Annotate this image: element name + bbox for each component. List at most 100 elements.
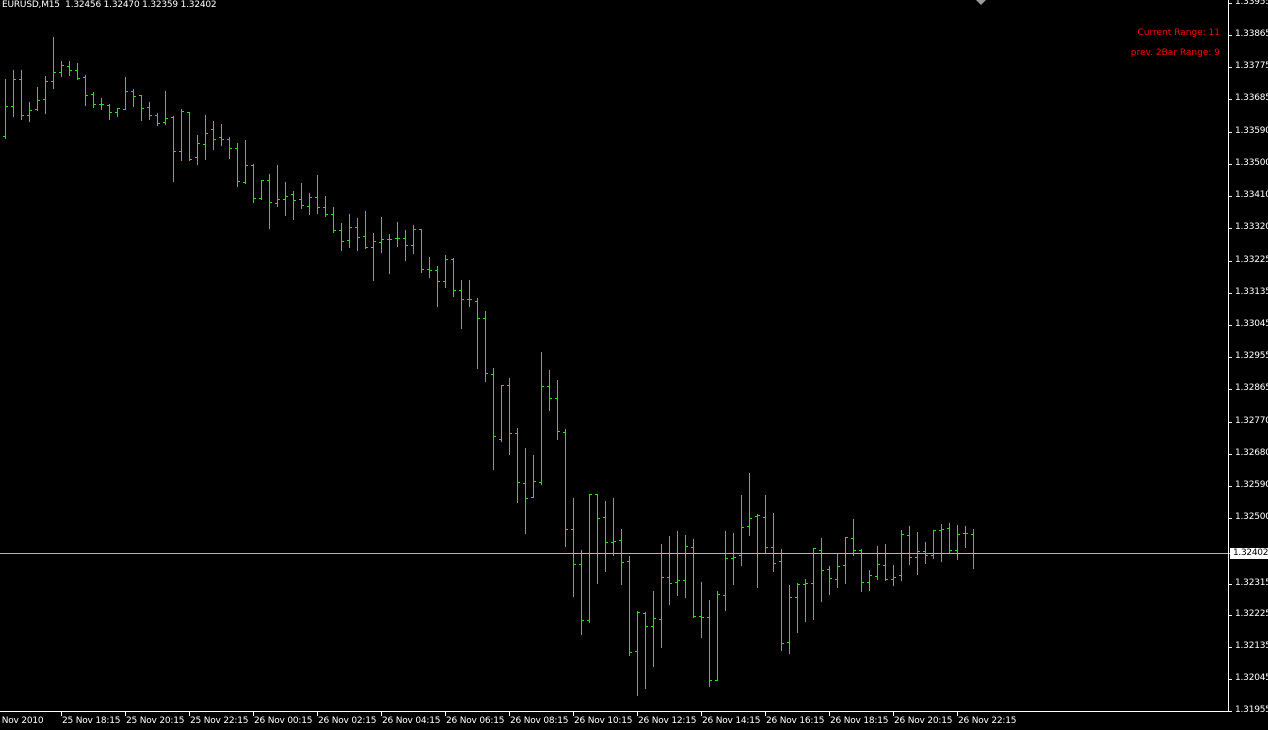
ohlc-bar	[947, 523, 952, 554]
ohlc-bar	[107, 104, 112, 120]
ohlc-bar	[683, 535, 688, 598]
ohlc-bar	[931, 530, 936, 559]
ohlc-bar	[755, 514, 760, 588]
time-tick-label: 26 Nov 16:15	[766, 716, 825, 726]
time-tick-label: 25 Nov 18:15	[62, 716, 121, 726]
ohlc-bar	[635, 611, 640, 696]
ohlc-bar	[147, 102, 152, 120]
ohlc-bar	[587, 494, 592, 623]
ohlc-bar	[355, 218, 360, 251]
ohlc-bars	[3, 37, 976, 696]
ohlc-bar	[459, 280, 464, 329]
ohlc-bar	[123, 77, 128, 110]
ohlc-bar	[435, 266, 440, 307]
ohlc-bar	[819, 538, 824, 602]
ohlc-bar	[483, 311, 488, 382]
time-tick-label: 26 Nov 02:15	[318, 716, 377, 726]
ohlc-bar	[443, 255, 448, 288]
ohlc-bar	[267, 174, 272, 229]
ohlc-bar	[875, 546, 880, 580]
symbol-label: EURUSD,M15	[2, 0, 60, 10]
ohlc-bar	[203, 115, 208, 160]
ohlc-bar	[19, 70, 24, 120]
ohlc-bar	[363, 211, 368, 249]
ohlc-bar	[115, 108, 120, 117]
ohlc-bar	[235, 143, 240, 187]
time-tick-label: 26 Nov 06:15	[446, 716, 505, 726]
ohlc-bar	[619, 529, 624, 585]
ohlc-bar	[195, 135, 200, 165]
ohlc-bar	[531, 455, 536, 498]
ohlc-bar	[843, 537, 848, 584]
price-tick-label: 1.32865	[1235, 382, 1268, 393]
price-ticks	[1229, 3, 1232, 712]
ohlc-bar	[571, 498, 576, 597]
price-tick-label: 1.33500	[1235, 158, 1268, 169]
price-tick-label: 1.31955	[1235, 705, 1268, 715]
ohlc-bar	[139, 95, 144, 121]
ohlc-bar	[179, 109, 184, 161]
ohlc-bar	[963, 526, 968, 548]
price-tick-label: 1.32500	[1235, 512, 1268, 523]
ohlc-bar	[827, 566, 832, 595]
ohlc-bar	[899, 530, 904, 581]
ohlc-bar	[339, 223, 344, 251]
time-tick-label: 26 Nov 00:15	[254, 716, 313, 726]
ohlc-bar	[331, 207, 336, 233]
ohlc-bar	[43, 76, 48, 114]
ohlc-bar	[771, 513, 776, 572]
time-tick-label: 26 Nov 18:15	[830, 716, 889, 726]
price-tick-label: 1.33135	[1235, 287, 1268, 298]
ohlc-bar	[595, 494, 600, 584]
ohlc-bar	[427, 257, 432, 278]
ohlc-bar	[763, 495, 768, 554]
ohlc-bar	[475, 298, 480, 369]
ohlc-bar	[723, 531, 728, 611]
price-tick-label: 1.32225	[1235, 609, 1268, 620]
ohlc-bar	[891, 565, 896, 586]
ohlc-bar	[395, 222, 400, 247]
ohlc-bar	[715, 591, 720, 681]
ohlc-bar	[675, 531, 680, 596]
ohlc-readout: 1.32456 1.32470 1.32359 1.32402	[65, 0, 217, 10]
ohlc-bar	[371, 233, 376, 281]
ohlc-bar	[779, 549, 784, 651]
ohlc-bar	[131, 89, 136, 107]
ohlc-bar	[747, 473, 752, 536]
ohlc-bar	[859, 549, 864, 592]
ohlc-bar	[467, 280, 472, 307]
ohlc-bar	[451, 258, 456, 297]
price-tick-label: 1.32680	[1235, 448, 1268, 459]
ohlc-bar	[155, 113, 160, 126]
ohlc-bar	[211, 121, 216, 150]
ohlc-bar	[539, 352, 544, 485]
ohlc-bar	[667, 536, 672, 605]
ohlc-bar	[227, 137, 232, 159]
current-range-label: Current Range: 11	[1137, 28, 1220, 38]
ohlc-bar	[283, 182, 288, 216]
time-tick-label: 26 Nov 20:15	[894, 716, 953, 726]
time-tick-label: 26 Nov 08:15	[510, 716, 569, 726]
price-chart[interactable]	[0, 0, 1268, 730]
ohlc-bar	[59, 61, 64, 77]
price-tick-label: 1.33590	[1235, 126, 1268, 137]
ohlc-bar	[659, 544, 664, 648]
ohlc-bar	[411, 225, 416, 254]
ohlc-bar	[243, 140, 248, 184]
ohlc-bar	[731, 533, 736, 585]
ohlc-bar	[515, 428, 520, 503]
ohlc-bar	[795, 583, 800, 633]
price-tick-label: 1.32315	[1235, 577, 1268, 588]
ohlc-bar	[323, 196, 328, 217]
ohlc-bar	[219, 124, 224, 146]
ohlc-bar	[75, 63, 80, 80]
ohlc-bar	[523, 448, 528, 534]
chart-shift-marker-icon[interactable]	[976, 0, 986, 5]
time-tick-label: 26 Nov 04:15	[382, 716, 441, 726]
ohlc-bar	[251, 164, 256, 203]
time-tick-label: 26 Nov 22:15	[958, 716, 1017, 726]
ohlc-bar	[83, 75, 88, 106]
ohlc-bar	[739, 495, 744, 566]
price-tick-label: 1.33865	[1235, 28, 1268, 39]
ohlc-bar	[187, 112, 192, 161]
